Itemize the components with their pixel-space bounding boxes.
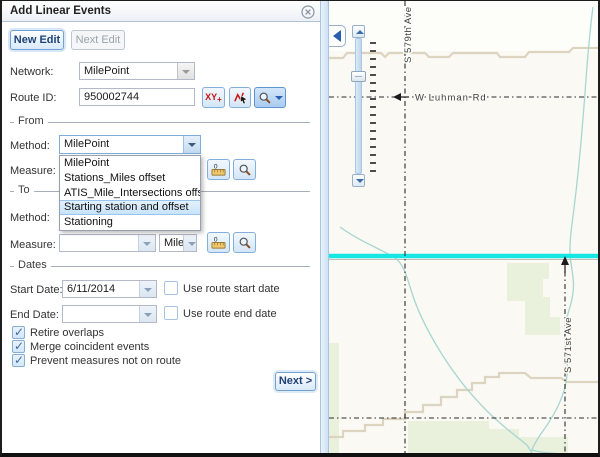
- to-units-select[interactable]: Miles: [159, 234, 197, 252]
- chevron-down-icon[interactable]: [183, 136, 200, 153]
- to-measure-search-button[interactable]: [233, 232, 256, 253]
- merge-coincident-events-checkbox[interactable]: [12, 340, 25, 353]
- dropdown-option[interactable]: ATIS_Mile_Intersections offset: [60, 186, 200, 201]
- from-measure-label: Measure:: [10, 165, 56, 177]
- use-route-end-date-checkbox[interactable]: [164, 306, 178, 320]
- to-measure-select[interactable]: [59, 234, 156, 252]
- panel-title: Add Linear Events: [10, 1, 111, 22]
- chevron-down-icon[interactable]: [139, 306, 156, 322]
- road-label-vertical-top: S 579th Ave: [403, 6, 414, 63]
- to-measure-label: Measure:: [10, 239, 56, 251]
- dates-section-divider: Dates: [10, 266, 310, 267]
- chevron-down-icon[interactable]: [138, 235, 155, 251]
- dropdown-option[interactable]: MilePoint: [60, 156, 200, 171]
- map-viewport[interactable]: W Luhman Rd S 579th Ave S 571st Ave: [329, 1, 598, 453]
- start-date-select[interactable]: 6/11/2014: [62, 280, 157, 298]
- zoom-in-button[interactable]: [352, 25, 365, 38]
- dropdown-option-highlighted[interactable]: Starting station and offset: [60, 200, 200, 215]
- route-search-dropdown-button[interactable]: [254, 87, 286, 108]
- next-edit-button[interactable]: Next Edit: [71, 30, 125, 50]
- xy-icon: XY+: [205, 92, 222, 104]
- network-select[interactable]: MilePoint: [79, 62, 195, 80]
- collapse-panel-button[interactable]: [329, 25, 346, 47]
- prevent-measures-label: Prevent measures not on route: [30, 355, 181, 367]
- zoom-slider-handle[interactable]: [351, 71, 366, 82]
- map-canvas: W Luhman Rd S 579th Ave S 571st Ave: [329, 1, 598, 453]
- panel-map-splitter[interactable]: [320, 1, 329, 453]
- use-route-start-date-label: Use route start date: [183, 283, 280, 295]
- zoom-out-button[interactable]: [352, 174, 365, 187]
- retire-overlaps-label: Retire overlaps: [30, 327, 104, 339]
- retire-overlaps-checkbox[interactable]: [12, 326, 25, 339]
- merge-coincident-events-label: Merge coincident events: [30, 341, 149, 353]
- ruler-icon: 0: [210, 235, 227, 250]
- app-window: Add Linear Events New Edit Next Edit Net…: [0, 0, 600, 457]
- new-edit-button[interactable]: New Edit: [10, 30, 64, 50]
- zoom-slider-track[interactable]: [355, 38, 362, 174]
- road-label-horizontal: W Luhman Rd: [415, 93, 487, 104]
- prevent-measures-checkbox[interactable]: [12, 354, 25, 367]
- from-method-label: Method:: [10, 140, 50, 152]
- panel-header: Add Linear Events: [2, 1, 320, 22]
- dropdown-option[interactable]: Stationing: [60, 215, 200, 230]
- chevron-down-icon[interactable]: [177, 63, 194, 79]
- next-button[interactable]: Next >: [275, 372, 316, 391]
- chevron-left-icon: [333, 30, 341, 42]
- use-route-end-date-label: Use route end date: [183, 308, 277, 320]
- chevron-down-icon: [275, 96, 283, 100]
- route-id-input[interactable]: 950002744: [79, 88, 195, 106]
- xy-coordinates-button[interactable]: XY+: [202, 87, 225, 108]
- search-icon: [258, 91, 272, 105]
- start-date-label: Start Date:: [10, 284, 63, 296]
- from-section-divider: From: [10, 122, 310, 123]
- road-label-vertical-right: S 571st Ave: [563, 317, 574, 373]
- end-date-label: End Date:: [10, 309, 59, 321]
- search-icon: [238, 236, 252, 250]
- end-date-select[interactable]: [62, 305, 157, 323]
- from-measure-tool-button[interactable]: 0: [207, 159, 230, 180]
- chevron-down-icon[interactable]: [183, 235, 196, 251]
- use-route-start-date-checkbox[interactable]: [164, 281, 178, 295]
- to-measure-tool-button[interactable]: 0: [207, 232, 230, 253]
- search-icon: [238, 163, 252, 177]
- network-label: Network:: [10, 66, 53, 78]
- dropdown-option[interactable]: Stations_Miles offset: [60, 171, 200, 186]
- to-method-label: Method:: [10, 212, 50, 224]
- select-route-on-map-button[interactable]: [229, 87, 251, 108]
- close-icon[interactable]: [301, 5, 315, 19]
- select-route-icon: [233, 90, 248, 105]
- add-linear-events-panel: Add Linear Events New Edit Next Edit Net…: [2, 1, 320, 453]
- from-measure-search-button[interactable]: [233, 159, 256, 180]
- method-dropdown-list: MilePoint Stations_Miles offset ATIS_Mil…: [59, 155, 201, 231]
- from-method-select[interactable]: MilePoint: [59, 135, 201, 154]
- chevron-down-icon[interactable]: [139, 281, 156, 297]
- ruler-icon: 0: [210, 162, 227, 177]
- route-id-label: Route ID:: [10, 92, 56, 104]
